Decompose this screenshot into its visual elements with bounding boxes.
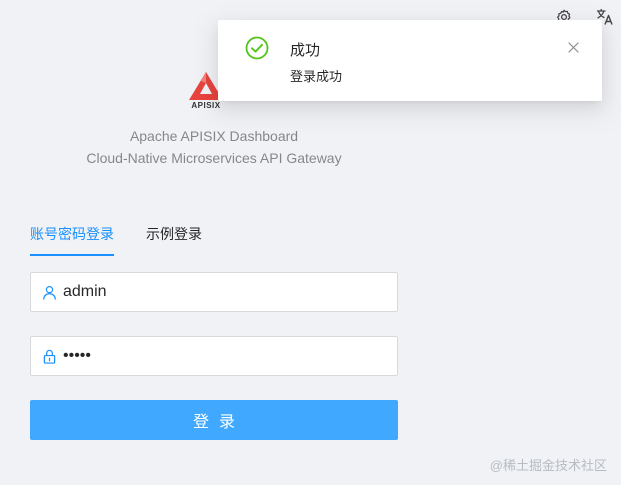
password-input[interactable] <box>63 347 387 365</box>
login-page: APISIX Apache APISIX Dashboard Cloud-Nat… <box>0 0 621 485</box>
login-button[interactable]: 登录 <box>30 400 398 440</box>
lock-icon <box>41 348 57 364</box>
login-tabs: 账号密码登录 示例登录 <box>30 222 234 256</box>
dashboard-subtitle: Cloud-Native Microservices API Gateway <box>86 150 342 166</box>
password-field[interactable] <box>30 336 398 376</box>
logo-wordmark: APISIX <box>191 101 221 110</box>
watermark: @稀土掘金技术社区 <box>489 458 607 473</box>
tab-example-login[interactable]: 示例登录 <box>146 222 202 256</box>
check-circle-icon <box>245 36 269 60</box>
tab-password-login[interactable]: 账号密码登录 <box>30 222 114 256</box>
username-field[interactable] <box>30 272 398 312</box>
username-input[interactable] <box>63 283 387 301</box>
notification-title: 成功 <box>290 42 321 59</box>
notification-description: 登录成功 <box>290 69 343 84</box>
success-notification: 成功 登录成功 <box>218 20 602 101</box>
dashboard-title: Apache APISIX Dashboard <box>129 128 299 144</box>
close-icon[interactable] <box>566 40 580 54</box>
user-icon <box>41 284 57 300</box>
